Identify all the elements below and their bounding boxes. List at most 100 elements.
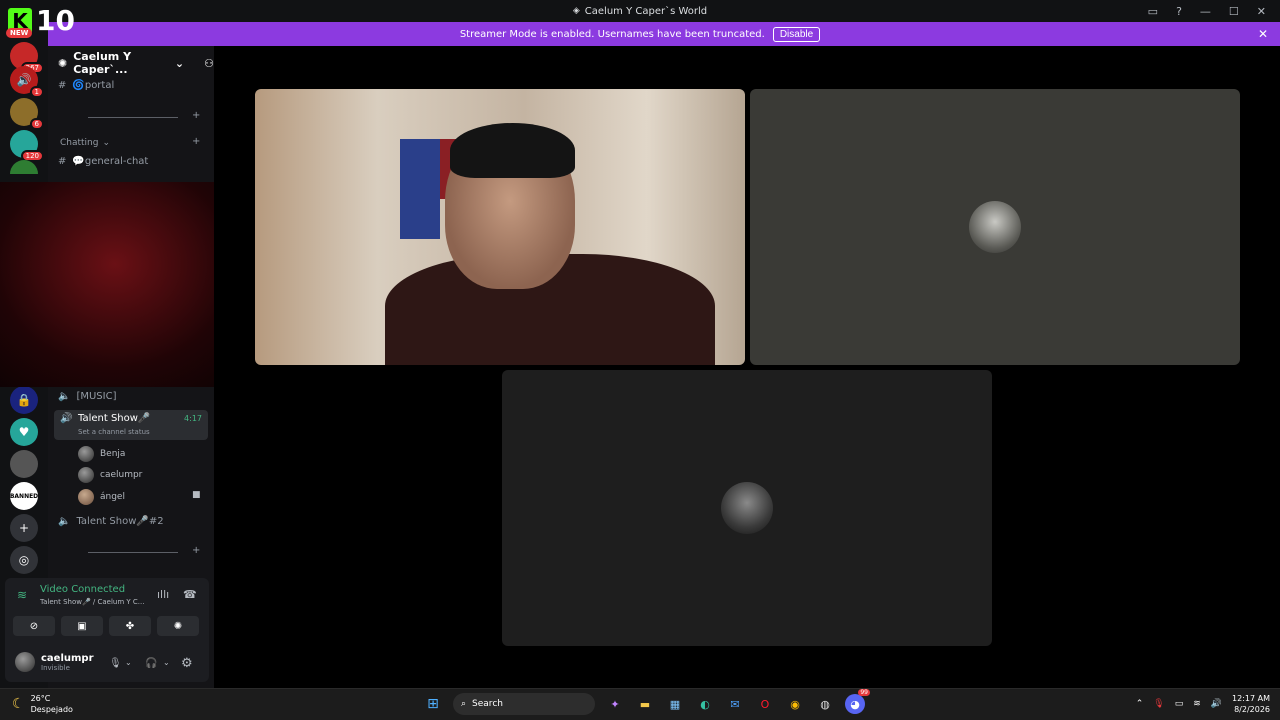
user-panel[interactable]: caelumpr Invisible (15, 652, 94, 672)
voice-timer: 4:17 (184, 414, 202, 423)
weather-temp: 26°C (30, 694, 51, 703)
screen-share-button[interactable]: ▣ (61, 616, 103, 636)
plus-icon[interactable]: + (192, 136, 200, 147)
plus-icon[interactable]: + (192, 545, 200, 556)
chevron-up-icon[interactable]: ⌃ (1136, 699, 1144, 709)
activities-button[interactable]: ✤ (109, 616, 151, 636)
copilot-icon[interactable]: ✦ (605, 694, 625, 714)
opera-icon[interactable]: O (755, 694, 775, 714)
invite-icon[interactable]: ⚇ (204, 57, 214, 70)
discord-small-icon: ◈ (572, 6, 580, 16)
avatar (78, 446, 94, 462)
channel-talent-show[interactable]: 🔊 Talent Show🎤 4:17 Set a channel status (54, 410, 208, 440)
chevron-down-icon: ⌄ (102, 138, 111, 148)
participant-avatar (969, 201, 1021, 253)
screen-share-icon: ▣ (77, 620, 87, 632)
channel-general-chat[interactable]: # 💬general-chat (58, 156, 148, 167)
avatar (15, 652, 35, 672)
volume-icon[interactable]: 🔊 (1211, 699, 1222, 709)
member-name: ángel (100, 492, 125, 502)
app-icon[interactable]: ◍ (815, 694, 835, 714)
soundboard-icon: ✺ (173, 620, 183, 632)
disable-streamer-mode-button[interactable]: Disable (772, 26, 821, 42)
server-icon[interactable]: 6 (10, 98, 44, 130)
windows-start-icon[interactable]: ⊞ (423, 694, 443, 714)
channel-label: Talent Show🎤#2 (76, 516, 164, 527)
windows-taskbar: ☾ 26°C Despejado ⊞ ⌕ Search ✦ ▬ ▦ ◐ ✉ O … (0, 688, 1280, 720)
discover-icon[interactable]: ◎ (10, 546, 38, 574)
signal-icon[interactable]: ≋ (17, 588, 27, 602)
member-name: caelumpr (100, 470, 143, 480)
inbox-icon[interactable]: ▭ (1148, 5, 1158, 18)
network-icon[interactable]: ▭ (1175, 699, 1184, 709)
server-icon[interactable]: BANNED (10, 482, 38, 510)
server-icon[interactable] (10, 160, 38, 174)
kick-count: 10 (36, 4, 75, 37)
noise-suppression-icon[interactable]: ıllı (157, 588, 169, 601)
help-icon[interactable]: ? (1176, 5, 1182, 18)
channel-music[interactable]: 🔈 [MUSIC] (58, 391, 116, 402)
avatar (78, 489, 94, 505)
camera-off-button[interactable]: ⊘ (13, 616, 55, 636)
category-chatting[interactable]: Chatting ⌄ (60, 138, 110, 148)
video-tile-avatar[interactable] (502, 370, 992, 646)
microphone-tray-icon[interactable]: 🎙 (1153, 699, 1164, 709)
maximize-icon[interactable]: ☐ (1229, 5, 1239, 18)
voice-member[interactable]: ángel (78, 489, 125, 505)
disconnect-icon[interactable]: ☎ (183, 588, 197, 601)
add-server-icon[interactable]: + (10, 514, 38, 542)
search-input[interactable]: ⌕ Search (453, 693, 595, 715)
activities-icon: ✤ (125, 620, 135, 632)
channel-talent-show-2[interactable]: 🔈 Talent Show🎤#2 (58, 516, 164, 527)
divider (88, 552, 178, 553)
headphones-icon[interactable]: 🎧 (145, 658, 157, 669)
file-explorer-icon[interactable]: ▬ (635, 694, 655, 714)
wifi-icon[interactable]: ≋ (1193, 699, 1201, 709)
search-placeholder: Search (472, 699, 503, 709)
speaker-icon: 🔈 (58, 391, 71, 402)
server-icon[interactable] (10, 450, 38, 478)
voice-member[interactable]: Benja (78, 446, 125, 462)
discord-icon: ◕ (850, 697, 860, 711)
server-icon[interactable]: ♥ (10, 418, 38, 446)
mail-icon[interactable]: ✉ (725, 694, 745, 714)
username: caelumpr (41, 652, 94, 664)
banner-close-icon[interactable]: ✕ (1258, 27, 1268, 41)
video-grid (214, 46, 1280, 688)
microphone-icon[interactable]: 🎙 (109, 658, 122, 669)
plus-icon[interactable]: + (192, 110, 200, 121)
gear-icon[interactable]: ⚙ (181, 656, 193, 671)
channel-label: 🌀portal (72, 80, 115, 91)
minimize-icon[interactable]: — (1200, 5, 1211, 18)
chevron-down-icon[interactable]: ⌄ (163, 658, 170, 667)
weather-widget[interactable]: ☾ 26°C Despejado (12, 693, 73, 715)
avatar (78, 467, 94, 483)
search-icon: ⌕ (461, 699, 467, 709)
taskbar-apps: ⊞ ⌕ Search ✦ ▬ ▦ ◐ ✉ O ◉ ◍ ◕ 99 (423, 689, 870, 715)
chevron-down-icon[interactable]: ⌄ (125, 658, 132, 667)
channel-status[interactable]: Set a channel status (78, 428, 150, 436)
edge-icon[interactable]: ◐ (695, 694, 715, 714)
voice-member[interactable]: caelumpr (78, 467, 142, 483)
server-icon[interactable]: 120 (10, 130, 44, 162)
divider (88, 117, 178, 118)
guild-header[interactable]: ✺ Caelum Y Caper`... ⌄ ⚇ (48, 50, 214, 76)
discord-taskbar-icon[interactable]: ◕ 99 (845, 689, 870, 714)
channel-portal[interactable]: # 🌀portal (58, 80, 114, 91)
voice-location[interactable]: Talent Show🎤 / Caelum Y C... (40, 598, 144, 606)
clock[interactable]: 12:17 AM 8/2/2026 (1232, 693, 1270, 715)
store-icon[interactable]: ▦ (665, 694, 685, 714)
soundboard-button[interactable]: ✺ (157, 616, 199, 636)
system-tray: ⌃ 🎙 ▭ ≋ 🔊 12:17 AM 8/2/2026 (1136, 693, 1270, 715)
voice-connection-panel: ≋ Video Connected Talent Show🎤 / Caelum … (5, 578, 209, 682)
flag-decoration (400, 139, 440, 239)
video-tile-avatar[interactable] (750, 89, 1240, 365)
video-tile-camera[interactable] (255, 89, 745, 365)
channel-label: Talent Show🎤 (78, 413, 151, 424)
voice-status[interactable]: Video Connected (40, 584, 125, 595)
server-icon[interactable]: 🔊 1 (10, 66, 44, 98)
server-icon[interactable]: 🔒 (10, 386, 38, 414)
close-icon[interactable]: ✕ (1257, 5, 1266, 18)
chrome-icon[interactable]: ◉ (785, 694, 805, 714)
server-label: BANNED (9, 492, 39, 500)
